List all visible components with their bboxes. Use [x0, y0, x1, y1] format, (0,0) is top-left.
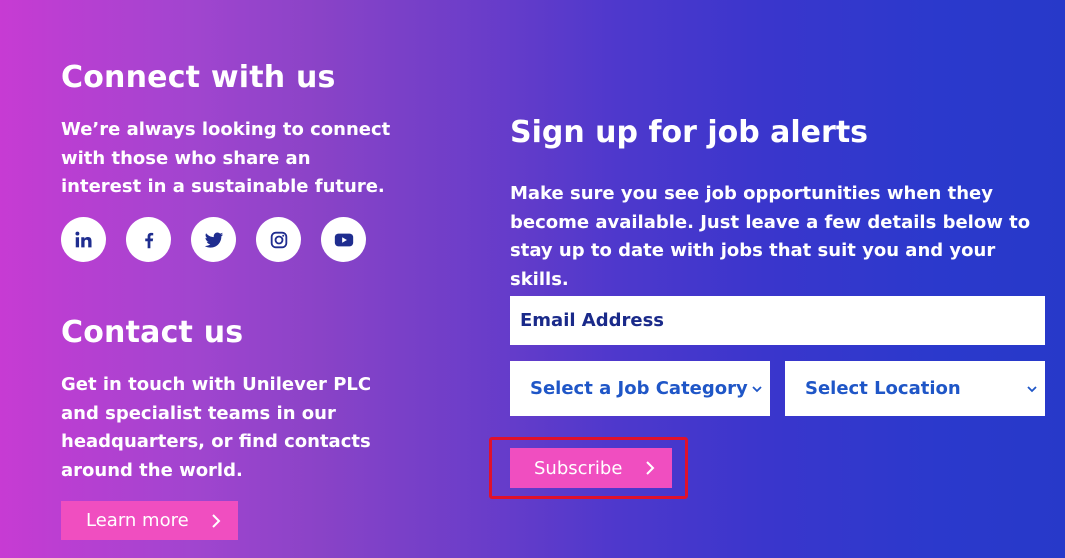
instagram-icon: [270, 231, 287, 248]
linkedin-button[interactable]: [61, 217, 106, 262]
contact-text-line: Get in touch with Unilever PLC: [61, 374, 372, 395]
job-alerts-title: Sign up for job alerts: [510, 114, 869, 150]
job-category-select[interactable]: Select a Job Category: [510, 361, 770, 416]
connect-text-line: We’re always looking to connect: [61, 119, 391, 140]
chevron-down-icon: [752, 385, 762, 392]
twitter-button[interactable]: [191, 217, 236, 262]
youtube-icon: [334, 233, 353, 246]
facebook-icon: [144, 232, 153, 248]
job-category-value: Select a Job Category: [530, 378, 748, 399]
location-value: Select Location: [805, 378, 961, 399]
connect-text-line: interest in a sustainable future.: [61, 176, 385, 197]
chevron-down-icon: [1027, 385, 1037, 392]
location-select[interactable]: Select Location: [785, 361, 1045, 416]
job-alerts-text-line: stay up to date with jobs that suit you …: [510, 240, 996, 290]
youtube-button[interactable]: [321, 217, 366, 262]
learn-more-label: Learn more: [86, 510, 189, 531]
contact-text-line: and specialist teams in our: [61, 402, 336, 424]
job-alerts-text-line: become available. Just leave a few detai…: [510, 211, 1031, 233]
facebook-button[interactable]: [126, 217, 171, 262]
contact-text-line: around the world.: [61, 459, 243, 481]
connect-title: Connect with us: [61, 60, 336, 95]
connect-text-line: with those who share an: [61, 147, 311, 169]
contact-text-line: headquarters, or find contacts: [61, 431, 371, 452]
subscribe-highlight-box: [489, 437, 688, 499]
contact-text: Get in touch with Unilever PLC and speci…: [61, 371, 401, 485]
twitter-icon: [204, 231, 223, 248]
linkedin-icon: [74, 231, 92, 247]
chevron-right-icon: [212, 513, 221, 528]
contact-title: Contact us: [61, 315, 244, 350]
connect-text: We’re always looking to connect with tho…: [61, 116, 401, 202]
job-alerts-text-line: Make sure you see job opportunities when…: [510, 183, 994, 204]
social-links: [61, 217, 366, 262]
email-field[interactable]: Email Address: [510, 296, 1045, 345]
email-placeholder: Email Address: [520, 310, 665, 331]
job-alerts-text: Make sure you see job opportunities when…: [510, 180, 1050, 294]
instagram-button[interactable]: [256, 217, 301, 262]
learn-more-button[interactable]: Learn more: [61, 501, 238, 540]
